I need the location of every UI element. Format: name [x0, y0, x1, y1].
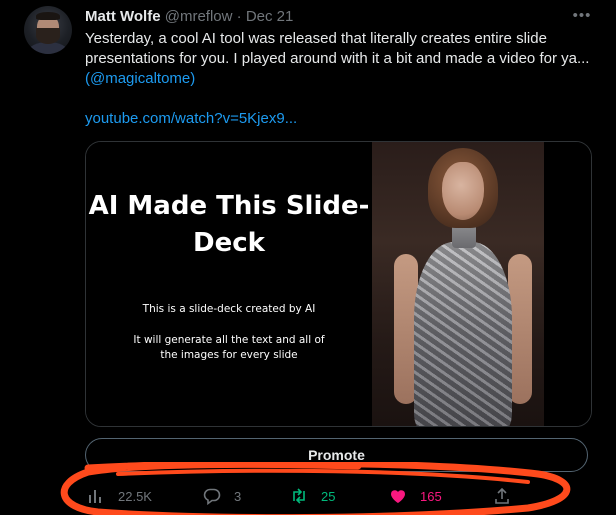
views-count: 22.5K: [118, 488, 152, 504]
separator-dot: ·: [236, 8, 242, 25]
retweet-count: 25: [321, 488, 336, 504]
model-body: [414, 242, 512, 426]
reply-count: 3: [234, 488, 242, 504]
avatar[interactable]: [24, 6, 72, 54]
slide-image: [372, 142, 544, 426]
author-name[interactable]: Matt Wolfe: [85, 8, 161, 25]
slide-description: It will generate all the text and all of…: [133, 334, 325, 361]
action-bar: 22.5K 3 25 165: [85, 484, 590, 508]
tweet-header: Matt Wolfe @mreflow · Dec 21: [85, 8, 293, 26]
like-action[interactable]: 165: [389, 484, 442, 508]
mention-link[interactable]: (@magicaltome): [85, 70, 195, 87]
views-action[interactable]: 22.5K: [87, 484, 152, 508]
promote-button[interactable]: Promote: [85, 438, 588, 472]
share-icon: [495, 487, 509, 504]
analytics-icon: [89, 490, 101, 503]
slide-subtitle: This is a slide-deck created by AI: [142, 303, 316, 315]
avatar-hair: [36, 12, 60, 20]
retweet-icon: [293, 488, 305, 504]
youtube-link[interactable]: youtube.com/watch?v=5Kjex9...: [85, 109, 297, 129]
tweet-body: Yesterday, a cool AI tool was released t…: [85, 30, 590, 67]
reply-action[interactable]: 3: [203, 484, 241, 508]
avatar-beard: [36, 28, 60, 44]
retweet-action[interactable]: 25: [290, 484, 335, 508]
promote-label: Promote: [308, 447, 365, 463]
reply-icon: [203, 488, 221, 505]
tweet-page: Matt Wolfe @mreflow · Dec 21 ••• Yesterd…: [0, 0, 616, 515]
model-face: [442, 162, 484, 220]
tweet-text: Yesterday, a cool AI tool was released t…: [85, 29, 590, 89]
heart-filled-icon: [391, 490, 405, 503]
tweet-media[interactable]: AI Made This Slide-Deck This is a slide-…: [85, 141, 592, 427]
author-handle[interactable]: @mreflow: [165, 8, 233, 25]
slide-text-panel: AI Made This Slide-Deck This is a slide-…: [86, 142, 372, 426]
slide-image-border: [544, 142, 591, 426]
like-count: 165: [420, 488, 442, 504]
tweet-date[interactable]: Dec 21: [246, 8, 294, 25]
share-action[interactable]: [493, 484, 524, 508]
slide-title: AI Made This Slide-Deck: [88, 191, 370, 258]
more-horizontal-icon[interactable]: •••: [572, 6, 592, 26]
